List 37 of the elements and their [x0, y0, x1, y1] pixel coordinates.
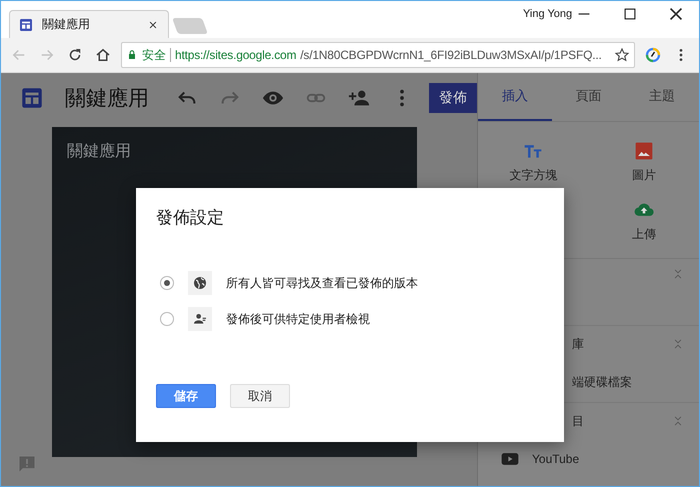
- site-title[interactable]: 關鍵應用: [65, 84, 153, 112]
- page-heading: 關鍵應用: [67, 142, 132, 162]
- profile-name[interactable]: Ying Yong: [523, 8, 572, 20]
- radio-button[interactable]: [160, 276, 174, 290]
- panel-tab[interactable]: 頁面: [552, 73, 626, 121]
- globe-icon: [188, 271, 212, 295]
- publish-button[interactable]: 發佈: [429, 83, 477, 113]
- lock-icon: [126, 49, 138, 61]
- panel-tab[interactable]: 主題: [625, 73, 700, 121]
- radio-option[interactable]: 發佈後可供特定使用者檢視: [156, 307, 544, 331]
- person-icon: [188, 307, 212, 331]
- url-host: https://sites.google.com: [175, 48, 296, 62]
- url-path: /s/1N80CBGPDWcrnN1_6FI92iBLDuw3MSxAI/p/1PSFQ...: [300, 48, 602, 62]
- insert-item[interactable]: 上傳: [588, 199, 699, 244]
- cancel-button[interactable]: 取消: [230, 384, 290, 408]
- site-logo-icon: [18, 16, 34, 32]
- address-bar[interactable]: 安全 https://sites.google.com /s/1N80CBGPDWcrnN1_6FI92iBLDuw3MSxAI/p/1PSFQ...: [121, 42, 635, 68]
- radio-option[interactable]: 所有人皆可尋找及查看已發佈的版本: [156, 271, 544, 295]
- security-label: 安全: [142, 46, 166, 64]
- save-button[interactable]: 儲存: [156, 384, 216, 408]
- option-label: 所有人皆可尋找及查看已發佈的版本: [226, 274, 418, 292]
- dialog-title: 發佈設定: [156, 207, 225, 229]
- extension-icon[interactable]: [644, 46, 662, 64]
- home-icon[interactable]: [94, 46, 112, 64]
- option-label: 發佈後可供特定使用者檢視: [226, 310, 370, 328]
- list-item[interactable]: YouTube: [532, 452, 580, 466]
- list-item[interactable]: 端硬碟檔案: [572, 374, 632, 390]
- insert-item[interactable]: 文字方塊: [478, 140, 588, 185]
- insert-item[interactable]: 圖片: [588, 140, 699, 185]
- section-title: 庫: [572, 336, 584, 352]
- radio-button[interactable]: [160, 312, 174, 326]
- star-icon[interactable]: [614, 47, 630, 63]
- panel-tab[interactable]: 插入: [478, 73, 552, 121]
- image-icon: [634, 141, 654, 161]
- browser-tab[interactable]: 關鍵應用: [9, 10, 169, 38]
- section-title: 目: [572, 412, 584, 430]
- tab-title: 關鍵應用: [42, 16, 91, 33]
